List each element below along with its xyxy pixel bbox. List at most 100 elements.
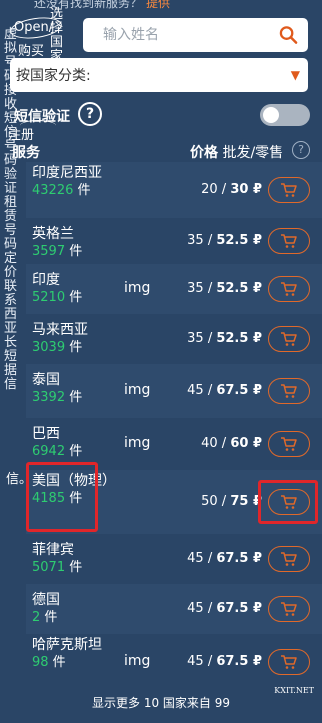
- price: 35 / 52.5 ₽: [187, 281, 262, 296]
- stock-count-unit: 件: [65, 390, 83, 405]
- stock-count-unit: 件: [73, 183, 91, 198]
- add-to-cart-button[interactable]: [268, 326, 310, 352]
- country-name[interactable]: 马来西亚 3039 件: [32, 322, 122, 356]
- country-name[interactable]: 泰国 3392 件: [32, 372, 122, 406]
- stock-count-number: 43226: [32, 183, 74, 198]
- select-country-label[interactable]: 选择国家: [50, 8, 64, 64]
- country-name[interactable]: 德国 2 件: [32, 592, 122, 626]
- watermark: KXIT.NET: [274, 686, 314, 695]
- stock-count: 6942 件: [32, 443, 122, 460]
- highlight-box-cart: [258, 480, 318, 524]
- country-label: 马来西亚: [32, 322, 88, 338]
- header-price-rest: 批发/零售: [218, 145, 284, 161]
- header-price-bold: 价格: [190, 145, 218, 161]
- country-name[interactable]: 菲律宾 5071 件: [32, 542, 122, 576]
- table-row: 印度尼西亚 43226 件 20 / 30 ₽: [26, 162, 322, 218]
- cart-icon: [281, 332, 297, 346]
- price-wholesale: 45: [187, 601, 204, 616]
- stock-count-number: 5210: [32, 290, 66, 305]
- cart-icon: [281, 655, 297, 669]
- country-label: 巴西: [32, 426, 60, 442]
- left-nav-char: 信: [4, 377, 18, 392]
- country-name[interactable]: 印度 5210 件: [32, 272, 122, 306]
- stock-count-number: 3392: [32, 390, 66, 405]
- table-row: 菲律宾 5071 件 45 / 67.5 ₽: [26, 534, 322, 584]
- country-label: 哈萨克斯坦: [32, 637, 102, 653]
- left-nav-char: 西: [4, 307, 18, 322]
- highlight-box-name: [26, 462, 98, 532]
- cart-icon: [281, 552, 297, 566]
- add-to-cart-button[interactable]: [268, 431, 310, 457]
- stock-count-number: 98: [32, 655, 49, 670]
- price-wholesale: 40: [201, 436, 218, 451]
- sms-verify-row: 短信验证 ?: [14, 102, 314, 130]
- country-name[interactable]: 哈萨克斯坦 98 件: [32, 637, 122, 671]
- country-name[interactable]: 印度尼西亚 43226 件: [32, 165, 122, 199]
- left-nav-char: 据: [4, 363, 18, 378]
- add-to-cart-button[interactable]: [268, 649, 310, 675]
- sms-verify-label: 短信验证: [14, 109, 70, 125]
- table-header: 服务 价格 批发/零售 ?: [12, 140, 312, 162]
- price: 40 / 60 ₽: [201, 436, 262, 451]
- price-retail: 60 ₽: [230, 436, 262, 451]
- country-label: 印度: [32, 272, 60, 288]
- search-input[interactable]: [101, 26, 279, 44]
- stock-count: 5071 件: [32, 559, 122, 576]
- add-to-cart-button[interactable]: [268, 596, 310, 622]
- price-wholesale: 35: [187, 331, 204, 346]
- country-filter-select[interactable]: 按国家分类: ▼: [10, 58, 308, 92]
- search-box[interactable]: [83, 18, 308, 52]
- header-help-icon[interactable]: ?: [292, 141, 310, 159]
- add-to-cart-button[interactable]: [268, 228, 310, 254]
- price-retail: 52.5 ₽: [216, 281, 262, 296]
- left-nav-char: 租: [4, 195, 18, 210]
- sms-verify-toggle[interactable]: [260, 104, 310, 126]
- country-label: 泰国: [32, 372, 60, 388]
- price: 45 / 67.5 ₽: [187, 654, 262, 669]
- left-nav-char: 联: [4, 279, 18, 294]
- stock-count-unit: 件: [65, 244, 83, 259]
- left-nav-char: 定: [4, 251, 18, 266]
- xin-label: 信。: [6, 472, 33, 487]
- left-nav-char: 拟: [4, 41, 18, 56]
- top-notice-link[interactable]: 提供: [146, 0, 170, 10]
- cart-icon: [281, 234, 297, 248]
- left-nav-char: 系: [4, 293, 18, 308]
- toggle-knob: [263, 107, 279, 123]
- left-nav-char: 价: [4, 265, 18, 280]
- left-nav-char: 验: [4, 167, 18, 182]
- help-icon[interactable]: ?: [78, 102, 102, 126]
- price-wholesale: 50: [201, 494, 218, 509]
- country-name[interactable]: 巴西 6942 件: [32, 426, 122, 460]
- search-icon[interactable]: [279, 25, 298, 45]
- price-wholesale: 45: [187, 551, 204, 566]
- table-row: 泰国 3392 件 img 45 / 67.5 ₽: [26, 364, 322, 418]
- price: 45 / 67.5 ₽: [187, 383, 262, 398]
- table-row: 印度 5210 件 img 35 / 52.5 ₽: [26, 264, 322, 314]
- price-wholesale: 20: [201, 182, 218, 197]
- stock-count-unit: 件: [65, 444, 83, 459]
- add-to-cart-button[interactable]: [268, 177, 310, 203]
- price-retail: 52.5 ₽: [216, 233, 262, 248]
- flag-image-placeholder: img: [124, 653, 151, 669]
- country-name[interactable]: 英格兰 3597 件: [32, 226, 122, 260]
- price: 35 / 52.5 ₽: [187, 331, 262, 346]
- show-more-link[interactable]: 显示更多 10 国家来自 99: [0, 694, 322, 711]
- flag-image-placeholder: img: [124, 435, 151, 451]
- add-to-cart-button[interactable]: [268, 546, 310, 572]
- table-row: 哈萨克斯坦 98 件 img 45 / 67.5 ₽: [26, 634, 322, 690]
- add-to-cart-button[interactable]: [268, 276, 310, 302]
- flag-image-placeholder: img: [124, 280, 151, 296]
- add-to-cart-button[interactable]: [268, 378, 310, 404]
- price-wholesale: 45: [187, 383, 204, 398]
- left-nav-char: 证: [4, 181, 18, 196]
- stock-count-unit: 件: [65, 340, 83, 355]
- price-wholesale: 45: [187, 654, 204, 669]
- price-retail: 52.5 ₽: [216, 331, 262, 346]
- price-wholesale: 35: [187, 281, 204, 296]
- country-filter-value: 按国家分类:: [16, 68, 91, 84]
- price: 45 / 67.5 ₽: [187, 601, 262, 616]
- stock-count-number: 6942: [32, 444, 66, 459]
- price-retail: 30 ₽: [230, 182, 262, 197]
- stock-count-unit: 件: [40, 610, 58, 625]
